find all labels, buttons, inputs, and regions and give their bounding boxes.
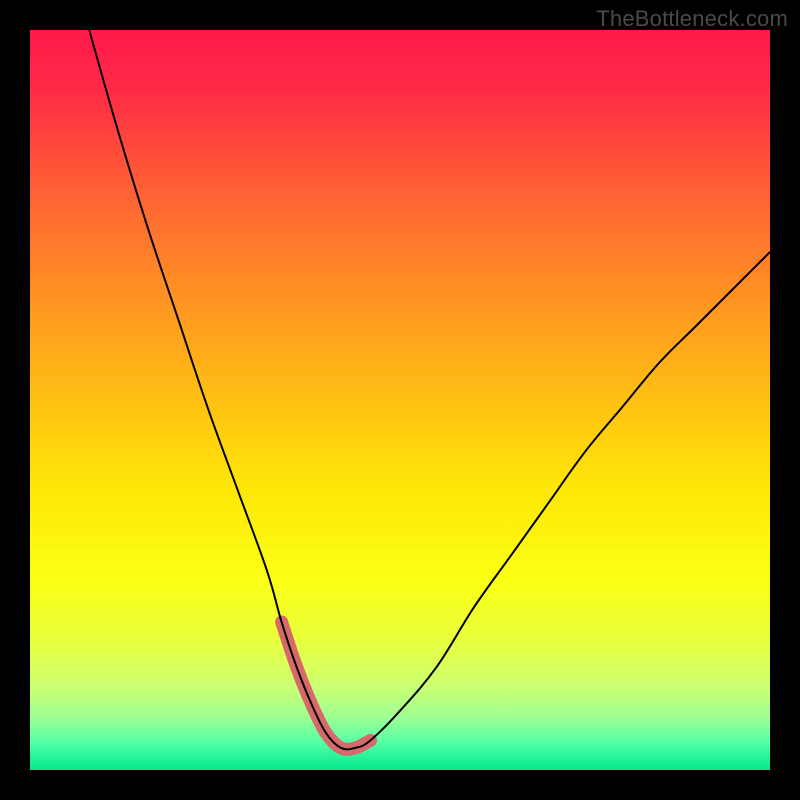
curve-layer	[30, 30, 770, 770]
watermark-text: TheBottleneck.com	[596, 6, 788, 32]
outer-frame: TheBottleneck.com	[0, 0, 800, 800]
plot-area	[30, 30, 770, 770]
bottleneck-curve	[89, 30, 770, 749]
optimal-range-highlight	[282, 622, 371, 749]
